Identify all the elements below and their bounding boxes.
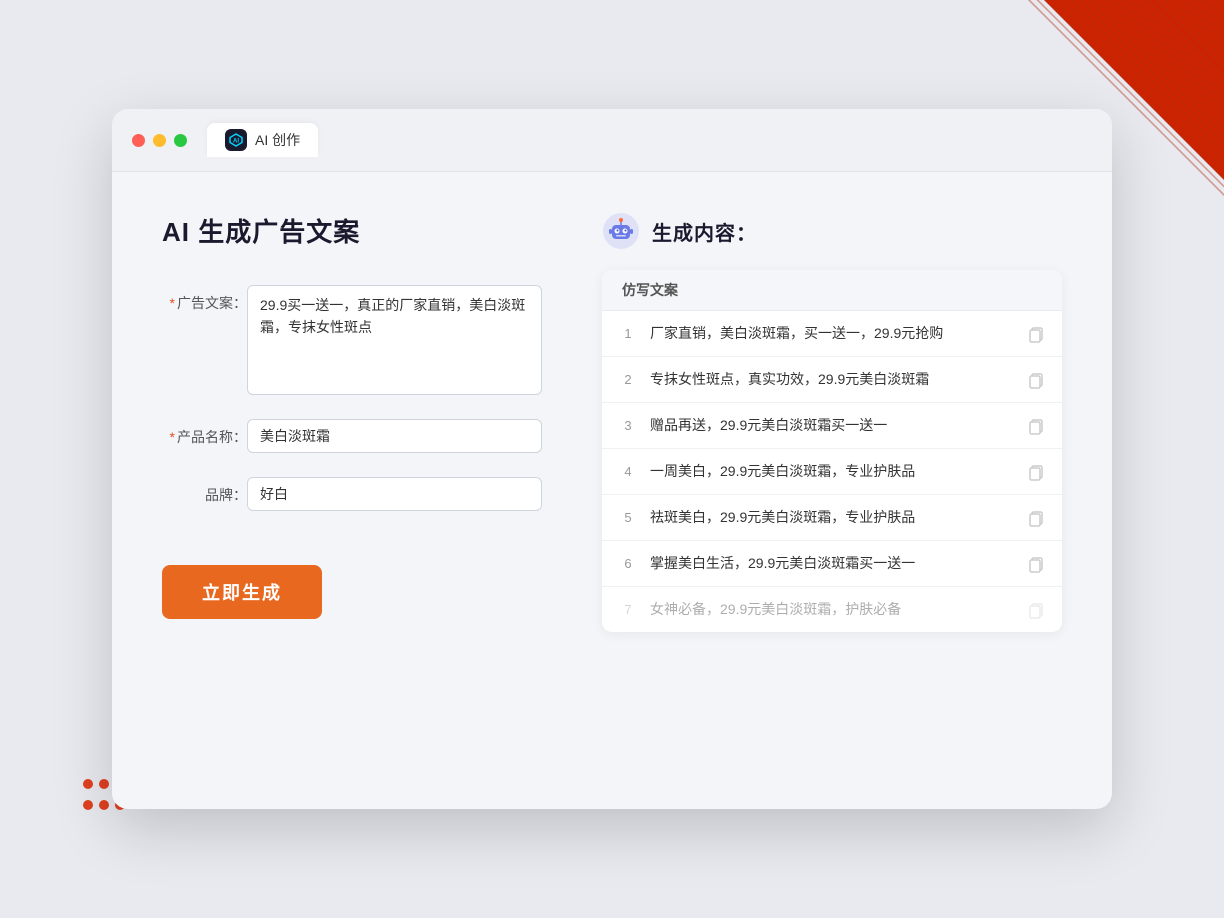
copy-icon[interactable] xyxy=(1026,554,1046,574)
tab-label: AI 创作 xyxy=(255,130,300,150)
left-panel: AI 生成广告文案 *广告文案： *产品名称： 品牌： 立 xyxy=(162,212,542,632)
result-row: 7 女神必备，29.9元美白淡斑霜，护肤必备 xyxy=(602,587,1062,632)
result-row: 4 一周美白，29.9元美白淡斑霜，专业护肤品 xyxy=(602,449,1062,495)
minimize-button[interactable] xyxy=(153,134,166,147)
generate-button[interactable]: 立即生成 xyxy=(162,565,322,619)
brand-input[interactable] xyxy=(247,477,542,511)
row-text: 掌握美白生活，29.9元美白淡斑霜买一送一 xyxy=(650,553,1014,574)
maximize-button[interactable] xyxy=(174,134,187,147)
product-name-row: *产品名称： xyxy=(162,419,542,453)
ad-copy-label: *广告文案： xyxy=(162,285,247,313)
result-table: 仿写文案 1 厂家直销，美白淡斑霜，买一送一，29.9元抢购 2 专抹女性斑点，真实… xyxy=(602,270,1062,632)
copy-icon[interactable] xyxy=(1026,324,1046,344)
brand-row: 品牌： xyxy=(162,477,542,511)
ad-copy-row: *广告文案： xyxy=(162,285,542,395)
result-row: 6 掌握美白生活，29.9元美白淡斑霜买一送一 xyxy=(602,541,1062,587)
ad-copy-input[interactable] xyxy=(247,285,542,395)
row-number: 5 xyxy=(618,510,638,525)
ai-tab-icon: AI xyxy=(225,129,247,151)
copy-icon[interactable] xyxy=(1026,370,1046,390)
browser-window: AI AI 创作 AI 生成广告文案 *广告文案： *产品名称： xyxy=(112,109,1112,809)
product-required-star: * xyxy=(170,429,175,445)
copy-icon[interactable] xyxy=(1026,600,1046,620)
active-tab[interactable]: AI AI 创作 xyxy=(207,123,318,157)
result-row: 2 专抹女性斑点，真实功效，29.9元美白淡斑霜 xyxy=(602,357,1062,403)
result-row: 1 厂家直销，美白淡斑霜，买一送一，29.9元抢购 xyxy=(602,311,1062,357)
title-bar: AI AI 创作 xyxy=(112,109,1112,172)
copy-icon[interactable] xyxy=(1026,462,1046,482)
result-row: 3 赠品再送，29.9元美白淡斑霜买一送一 xyxy=(602,403,1062,449)
copy-icon[interactable] xyxy=(1026,508,1046,528)
copy-icon[interactable] xyxy=(1026,416,1046,436)
row-number: 3 xyxy=(618,418,638,433)
result-rows-container: 1 厂家直销，美白淡斑霜，买一送一，29.9元抢购 2 专抹女性斑点，真实功效，29… xyxy=(602,311,1062,632)
result-title: 生成内容： xyxy=(652,217,757,246)
row-number: 4 xyxy=(618,464,638,479)
robot-icon xyxy=(602,212,640,250)
result-table-header: 仿写文案 xyxy=(602,270,1062,311)
row-text: 赠品再送，29.9元美白淡斑霜买一送一 xyxy=(650,415,1014,436)
svg-text:AI: AI xyxy=(233,139,239,145)
main-content: AI 生成广告文案 *广告文案： *产品名称： 品牌： 立 xyxy=(112,172,1112,672)
row-number: 6 xyxy=(618,556,638,571)
row-text: 专抹女性斑点，真实功效，29.9元美白淡斑霜 xyxy=(650,369,1014,390)
brand-label: 品牌： xyxy=(162,477,247,505)
result-row: 5 祛斑美白，29.9元美白淡斑霜，专业护肤品 xyxy=(602,495,1062,541)
ad-copy-required-star: * xyxy=(170,295,175,311)
row-text: 一周美白，29.9元美白淡斑霜，专业护肤品 xyxy=(650,461,1014,482)
row-number: 1 xyxy=(618,326,638,341)
product-name-input[interactable] xyxy=(247,419,542,453)
result-header: 生成内容： xyxy=(602,212,1062,250)
right-panel: 生成内容： 仿写文案 1 厂家直销，美白淡斑霜，买一送一，29.9元抢购 2 专抹女… xyxy=(602,212,1062,632)
row-text: 女神必备，29.9元美白淡斑霜，护肤必备 xyxy=(650,599,1014,620)
row-text: 厂家直销，美白淡斑霜，买一送一，29.9元抢购 xyxy=(650,323,1014,344)
row-number: 7 xyxy=(618,602,638,617)
window-controls xyxy=(132,134,187,147)
row-number: 2 xyxy=(618,372,638,387)
product-name-label: *产品名称： xyxy=(162,419,247,447)
row-text: 祛斑美白，29.9元美白淡斑霜，专业护肤品 xyxy=(650,507,1014,528)
close-button[interactable] xyxy=(132,134,145,147)
page-title: AI 生成广告文案 xyxy=(162,212,542,249)
